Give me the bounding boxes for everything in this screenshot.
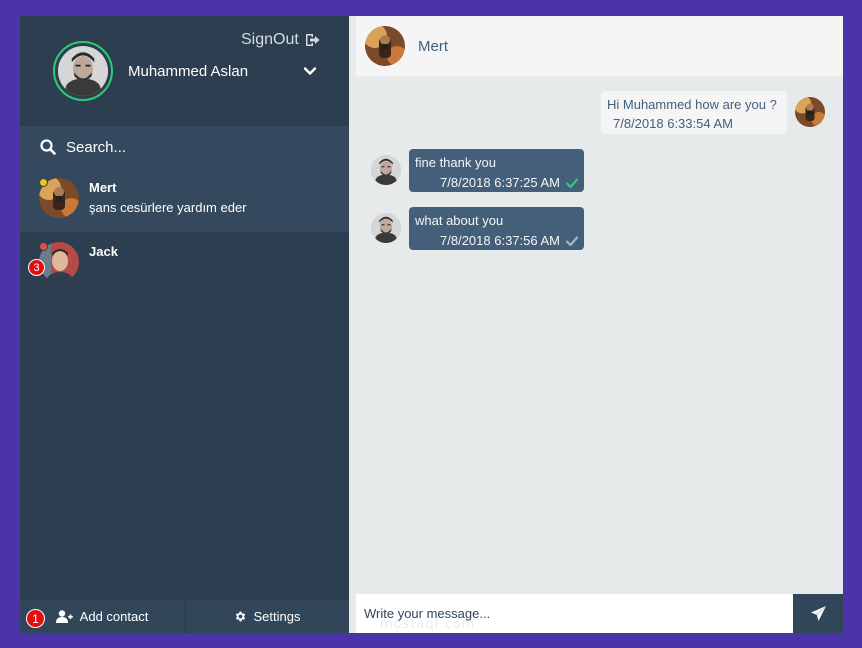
chat-contact-name: Mert (418, 37, 448, 55)
add-contact-label: Add contact (79, 609, 149, 624)
signout-button[interactable]: SignOut (241, 31, 320, 49)
contact-item-jack[interactable]: 3 Jack (20, 232, 349, 296)
message-bubble: what about you 7/8/2018 6:37:56 AM (409, 207, 584, 250)
message-input[interactable] (356, 594, 793, 633)
sidebar: SignOut Muhammed Aslan Search... Mert şa… (20, 16, 349, 633)
paper-plane-icon (810, 606, 826, 621)
contact-item-mert[interactable]: Mert şans cesürlere yardım eder (20, 168, 349, 232)
unread-badge: 3 (28, 259, 45, 276)
delivered-check-icon (566, 236, 578, 246)
message-time: 7/8/2018 6:37:56 AM (440, 233, 560, 248)
sidebar-footer: Add contact Settings (20, 600, 349, 633)
signout-label: SignOut (241, 31, 299, 48)
contact-name: Jack (89, 244, 118, 259)
message-text: what about you (415, 213, 504, 228)
status-dot (39, 178, 48, 187)
contact-search (20, 126, 349, 168)
contact-list: Mert şans cesürlere yardım eder 3 Jack (20, 168, 349, 296)
add-user-icon (55, 610, 73, 623)
status-dot (39, 242, 48, 251)
search-input[interactable] (66, 138, 326, 156)
chat-app-window: SignOut Muhammed Aslan Search... Mert şa… (20, 16, 843, 633)
chevron-down-icon[interactable] (303, 64, 317, 78)
message-text: Hi Muhammed how are you ? (607, 97, 777, 112)
chat-contact-avatar[interactable] (365, 26, 405, 66)
message-composer (356, 594, 843, 633)
message-bubble: Hi Muhammed how are you ? 7/8/2018 6:33:… (601, 91, 787, 134)
send-button[interactable] (793, 594, 843, 633)
message-time: 7/8/2018 6:33:54 AM (613, 116, 733, 131)
signout-icon (305, 34, 320, 46)
sender-avatar (795, 97, 825, 127)
contact-name: Mert (89, 180, 117, 195)
settings-button[interactable]: Settings (184, 600, 349, 633)
settings-label: Settings (253, 609, 301, 624)
message-text: fine thank you (415, 155, 496, 170)
chat-panel: Mert Hi Muhammed how are you ? 7/8/2018 … (349, 16, 843, 633)
message-bubble: fine thank you 7/8/2018 6:37:25 AM (409, 149, 584, 192)
search-icon (40, 139, 56, 155)
user-name: Muhammed Aslan (128, 63, 249, 80)
user-avatar[interactable] (53, 41, 113, 101)
contact-preview: şans cesürlere yardım eder (89, 200, 247, 215)
user-profile: SignOut Muhammed Aslan (20, 16, 349, 126)
message-time: 7/8/2018 6:37:25 AM (440, 175, 560, 190)
chat-header: Mert (356, 16, 843, 76)
gear-icon (235, 611, 245, 622)
notification-badge: 1 (26, 609, 45, 628)
sender-avatar (371, 155, 401, 185)
read-check-icon (566, 178, 578, 188)
sender-avatar (371, 213, 401, 243)
